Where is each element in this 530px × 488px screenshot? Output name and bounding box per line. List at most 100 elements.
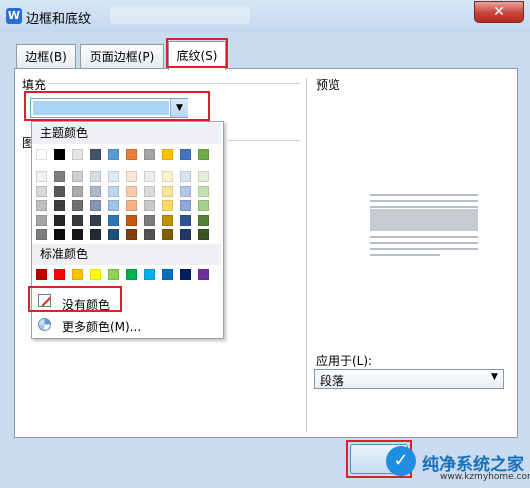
theme-shade-swatch[interactable] <box>162 185 173 197</box>
theme-shade-swatch[interactable] <box>126 214 137 226</box>
standard-color-swatch[interactable] <box>180 269 191 280</box>
theme-shade-swatch[interactable] <box>72 185 83 197</box>
theme-colors-header: 主题颜色 <box>32 123 221 144</box>
standard-colors-label: 标准颜色 <box>40 247 89 261</box>
theme-colors-label: 主题颜色 <box>40 126 89 140</box>
theme-shade-swatch[interactable] <box>144 200 155 211</box>
window-title: 边框和底纹 <box>26 12 92 27</box>
theme-shade-swatch[interactable] <box>36 214 47 226</box>
standard-color-swatch[interactable] <box>162 269 173 280</box>
theme-color-swatch[interactable] <box>198 149 209 160</box>
standard-color-swatch[interactable] <box>36 269 47 280</box>
highlight-box-fill <box>24 91 210 121</box>
theme-shade-swatch[interactable] <box>72 171 83 182</box>
theme-color-swatch[interactable] <box>90 149 101 160</box>
theme-shade-swatch[interactable] <box>180 214 191 226</box>
chevron-down-icon[interactable]: ▼ <box>491 372 498 382</box>
theme-shade-swatch[interactable] <box>108 200 119 211</box>
theme-shade-swatch[interactable] <box>72 200 83 211</box>
wps-writer-icon: W <box>6 8 22 24</box>
theme-shade-swatch[interactable] <box>90 171 101 182</box>
preview-divider <box>306 78 307 432</box>
theme-color-swatch[interactable] <box>144 149 155 160</box>
standard-colors-header: 标准颜色 <box>32 244 221 265</box>
theme-shade-swatch[interactable] <box>180 185 191 197</box>
theme-shade-swatch[interactable] <box>144 229 155 240</box>
theme-shade-swatch[interactable] <box>108 185 119 197</box>
theme-shade-swatch[interactable] <box>198 171 209 182</box>
theme-shade-swatch[interactable] <box>198 200 209 211</box>
theme-shade-swatch[interactable] <box>36 171 47 182</box>
theme-shade-swatch[interactable] <box>90 214 101 226</box>
theme-shade-swatch[interactable] <box>126 185 137 197</box>
theme-shade-swatch[interactable] <box>36 185 47 197</box>
tab-page-border[interactable]: 页面边框(P) <box>80 44 164 69</box>
preview-text-line <box>370 236 478 238</box>
theme-shade-swatch[interactable] <box>90 185 101 197</box>
theme-shade-swatch[interactable] <box>54 214 65 226</box>
theme-shade-swatch[interactable] <box>162 229 173 240</box>
apply-to-label: 应用于(L): <box>316 354 373 368</box>
highlight-box-tab <box>166 38 228 68</box>
theme-shade-swatch[interactable] <box>54 171 65 182</box>
theme-shade-swatch[interactable] <box>126 229 137 240</box>
theme-shade-swatch[interactable] <box>162 171 173 182</box>
theme-color-swatch[interactable] <box>180 149 191 160</box>
theme-shade-swatch[interactable] <box>180 200 191 211</box>
standard-color-swatch[interactable] <box>108 269 119 280</box>
theme-shade-swatch[interactable] <box>108 214 119 226</box>
theme-shade-swatch[interactable] <box>54 229 65 240</box>
theme-shade-swatch[interactable] <box>36 200 47 211</box>
more-colors-option[interactable]: 更多颜色(M)... <box>62 318 141 335</box>
theme-color-swatch[interactable] <box>72 149 83 160</box>
pattern-divider <box>228 140 300 141</box>
theme-color-swatch[interactable] <box>126 149 137 160</box>
theme-shade-swatch[interactable] <box>144 185 155 197</box>
theme-shade-swatch[interactable] <box>198 214 209 226</box>
preview-shaded-paragraph <box>370 209 478 231</box>
standard-color-swatch[interactable] <box>126 269 137 280</box>
standard-color-swatch[interactable] <box>90 269 101 280</box>
blurred-region <box>110 6 250 24</box>
theme-shade-swatch[interactable] <box>126 171 137 182</box>
theme-color-swatch[interactable] <box>162 149 173 160</box>
theme-shade-swatch[interactable] <box>54 200 65 211</box>
theme-shade-swatch[interactable] <box>162 200 173 211</box>
preview-text-line <box>370 194 478 196</box>
theme-shade-swatch[interactable] <box>144 171 155 182</box>
theme-shade-swatch[interactable] <box>198 229 209 240</box>
color-wheel-icon <box>38 318 51 331</box>
theme-shade-swatch[interactable] <box>108 171 119 182</box>
theme-shade-swatch[interactable] <box>90 200 101 211</box>
standard-color-swatch[interactable] <box>54 269 65 280</box>
theme-color-swatch[interactable] <box>108 149 119 160</box>
theme-color-swatch[interactable] <box>54 149 65 160</box>
theme-shade-swatch[interactable] <box>108 229 119 240</box>
theme-shade-swatch[interactable] <box>54 185 65 197</box>
standard-color-swatch[interactable] <box>144 269 155 280</box>
highlight-box-no-color <box>28 286 122 312</box>
watermark-url: www.kzmyhome.com <box>440 472 530 482</box>
standard-color-swatch[interactable] <box>198 269 209 280</box>
preview-text-line <box>370 254 440 256</box>
theme-shade-swatch[interactable] <box>90 229 101 240</box>
theme-shade-swatch[interactable] <box>144 214 155 226</box>
preview-text-line <box>370 242 478 244</box>
tab-borders[interactable]: 边框(B) <box>16 44 76 69</box>
theme-shade-swatch[interactable] <box>72 214 83 226</box>
close-button[interactable]: ✕ <box>474 1 524 23</box>
theme-shade-swatch[interactable] <box>198 185 209 197</box>
theme-color-swatch[interactable] <box>36 149 47 160</box>
preview-text-line <box>370 206 478 208</box>
theme-shade-swatch[interactable] <box>180 171 191 182</box>
theme-shade-swatch[interactable] <box>72 229 83 240</box>
standard-color-swatch[interactable] <box>72 269 83 280</box>
watermark-logo-icon: ✓ <box>386 446 416 476</box>
theme-shade-swatch[interactable] <box>36 229 47 240</box>
theme-shade-swatch[interactable] <box>180 229 191 240</box>
theme-shade-swatch[interactable] <box>162 214 173 226</box>
fill-divider <box>48 83 300 84</box>
preview-label: 预览 <box>316 78 341 92</box>
preview-text-line <box>370 248 478 250</box>
theme-shade-swatch[interactable] <box>126 200 137 211</box>
